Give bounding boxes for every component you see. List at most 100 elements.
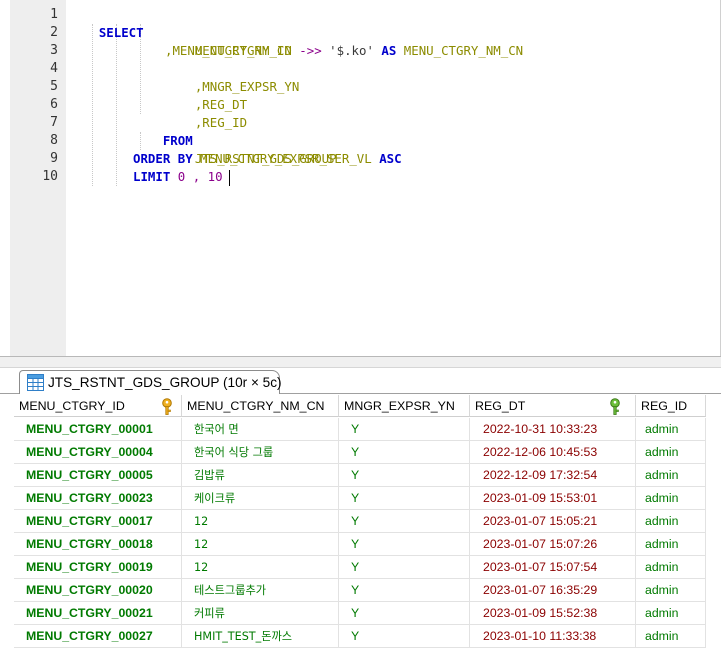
column-header-reg-id[interactable]: REG_ID (636, 395, 706, 417)
cell-menu-ctgry-id[interactable]: MENU_CTGRY_00027 (14, 625, 182, 648)
sql-alias: MENU_CTGRY_NM_CN (403, 43, 524, 58)
index-key-icon (610, 398, 620, 415)
cell-reg-id[interactable]: admin (636, 441, 706, 464)
cell-reg-dt[interactable]: 2022-10-31 10:33:23 (470, 418, 636, 441)
column-header-label: REG_ID (641, 399, 688, 413)
code-line-7: FROM (133, 114, 193, 148)
line-number: 7 (50, 115, 58, 130)
cell-menu-ctgry-id[interactable]: MENU_CTGRY_00001 (14, 418, 182, 441)
cell-menu-ctgry-id[interactable]: MENU_CTGRY_00004 (14, 441, 182, 464)
table-row[interactable]: MENU_CTGRY_00019 12 Y 2023-01-07 15:07:5… (14, 556, 706, 579)
table-grid-icon (27, 374, 44, 391)
sql-editor[interactable]: 1 2 3 4 5 6 7 8 9 10 SELECT MENU_CTGRY_I… (0, 0, 721, 356)
cell-menu-ctgry-nm-cn[interactable]: 한국어 면 (182, 418, 339, 441)
result-grid[interactable]: MENU_CTGRY_ID MENU_CTGRY_NM_CN MNGR_EXPS… (14, 395, 721, 652)
line-number: 1 (50, 7, 58, 22)
code-line-1: SELECT (69, 6, 144, 40)
cell-reg-dt[interactable]: 2023-01-07 16:35:29 (470, 579, 636, 602)
cell-menu-ctgry-nm-cn[interactable]: 김밥류 (182, 464, 339, 487)
table-row[interactable]: MENU_CTGRY_00018 12 Y 2023-01-07 15:07:2… (14, 533, 706, 556)
code-line-2: MENU_CTGRY_ID (165, 24, 292, 58)
column-header-menu-ctgry-id[interactable]: MENU_CTGRY_ID (14, 395, 182, 417)
cell-mngr-expsr-yn[interactable]: Y (339, 556, 470, 579)
cell-reg-id[interactable]: admin (636, 556, 706, 579)
cell-menu-ctgry-nm-cn[interactable]: 케이크류 (182, 487, 339, 510)
table-row[interactable]: MENU_CTGRY_00017 12 Y 2023-01-07 15:05:2… (14, 510, 706, 533)
cell-menu-ctgry-id[interactable]: MENU_CTGRY_00005 (14, 464, 182, 487)
cell-reg-dt[interactable]: 2023-01-07 15:07:26 (470, 533, 636, 556)
pane-splitter[interactable] (0, 356, 721, 368)
line-number: 4 (50, 61, 58, 76)
cell-reg-id[interactable]: admin (636, 418, 706, 441)
cell-menu-ctgry-id[interactable]: MENU_CTGRY_00018 (14, 533, 182, 556)
cell-reg-id[interactable]: admin (636, 625, 706, 648)
cell-reg-id[interactable]: admin (636, 464, 706, 487)
cell-reg-id[interactable]: admin (636, 533, 706, 556)
text-cursor (229, 170, 230, 186)
cell-menu-ctgry-nm-cn[interactable]: 12 (182, 510, 339, 533)
code-line-8: JTS_RSTNT_GDS_GROUP (165, 132, 337, 166)
sql-number: 0 (177, 169, 186, 184)
cell-mngr-expsr-yn[interactable]: Y (339, 533, 470, 556)
cell-menu-ctgry-id[interactable]: MENU_CTGRY_00023 (14, 487, 182, 510)
cell-reg-id[interactable]: admin (636, 602, 706, 625)
code-line-10: LIMIT 0 , 10 (133, 168, 223, 186)
cell-reg-id[interactable]: admin (636, 579, 706, 602)
cell-reg-dt[interactable]: 2022-12-06 10:45:53 (470, 441, 636, 464)
cell-mngr-expsr-yn[interactable]: Y (339, 487, 470, 510)
indent-guide (116, 24, 117, 186)
table-row[interactable]: MENU_CTGRY_00020 테스트그룹추가 Y 2023-01-07 16… (14, 579, 706, 602)
cell-menu-ctgry-nm-cn[interactable]: HMIT_TEST_돈까스 (182, 625, 339, 648)
cell-reg-id[interactable]: admin (636, 487, 706, 510)
cell-menu-ctgry-id[interactable]: MENU_CTGRY_00019 (14, 556, 182, 579)
sql-column: MENU_CTGRY_EXPSR_SER_VL (200, 151, 372, 166)
sql-keyword: LIMIT (133, 169, 171, 184)
cell-mngr-expsr-yn[interactable]: Y (339, 579, 470, 602)
column-header-reg-dt[interactable]: REG_DT (470, 395, 636, 417)
sql-operator: ->> (299, 43, 322, 58)
column-header-mngr-expsr-yn[interactable]: MNGR_EXPSR_YN (339, 395, 470, 417)
cell-menu-ctgry-id[interactable]: MENU_CTGRY_00020 (14, 579, 182, 602)
sql-column: ,REG_ID (194, 115, 248, 130)
cell-menu-ctgry-nm-cn[interactable]: 한국어 식당 그룹 (182, 441, 339, 464)
column-header-label: MENU_CTGRY_NM_CN (187, 399, 325, 413)
cell-menu-ctgry-nm-cn[interactable]: 12 (182, 556, 339, 579)
result-tab[interactable]: JTS_RSTNT_GDS_GROUP (10r × 5c) (19, 370, 282, 394)
table-row[interactable]: MENU_CTGRY_00004 한국어 식당 그룹 Y 2022-12-06 … (14, 441, 706, 464)
cell-menu-ctgry-nm-cn[interactable]: 커피류 (182, 602, 339, 625)
cell-menu-ctgry-id[interactable]: MENU_CTGRY_00021 (14, 602, 182, 625)
sql-keyword: ASC (379, 151, 402, 166)
cell-reg-dt[interactable]: 2023-01-09 15:52:38 (470, 602, 636, 625)
line-number: 2 (50, 25, 58, 40)
table-row[interactable]: MENU_CTGRY_00021 커피류 Y 2023-01-09 15:52:… (14, 602, 706, 625)
table-row[interactable]: MENU_CTGRY_00027 HMIT_TEST_돈까스 Y 2023-01… (14, 625, 706, 648)
cell-reg-dt[interactable]: 2023-01-07 15:07:54 (470, 556, 636, 579)
line-number: 8 (50, 133, 58, 148)
table-row[interactable]: MENU_CTGRY_00023 케이크류 Y 2023-01-09 15:53… (14, 487, 706, 510)
line-number: 3 (50, 43, 58, 58)
cell-reg-id[interactable]: admin (636, 510, 706, 533)
line-number: 5 (50, 79, 58, 94)
cell-mngr-expsr-yn[interactable]: Y (339, 418, 470, 441)
code-line-5: ,REG_DT (165, 78, 247, 112)
cell-menu-ctgry-id[interactable]: MENU_CTGRY_00017 (14, 510, 182, 533)
sql-column: ,MENU_CTGRY_NM_CN (165, 43, 292, 58)
table-row[interactable]: MENU_CTGRY_00001 한국어 면 Y 2022-10-31 10:3… (14, 418, 706, 441)
cell-menu-ctgry-nm-cn[interactable]: 12 (182, 533, 339, 556)
table-row[interactable]: MENU_CTGRY_00005 김밥류 Y 2022-12-09 17:32:… (14, 464, 706, 487)
cell-reg-dt[interactable]: 2023-01-10 11:33:38 (470, 625, 636, 648)
cell-reg-dt[interactable]: 2023-01-07 15:05:21 (470, 510, 636, 533)
cell-mngr-expsr-yn[interactable]: Y (339, 441, 470, 464)
cell-mngr-expsr-yn[interactable]: Y (339, 602, 470, 625)
cell-reg-dt[interactable]: 2022-12-09 17:32:54 (470, 464, 636, 487)
column-header-menu-ctgry-nm-cn[interactable]: MENU_CTGRY_NM_CN (182, 395, 339, 417)
cell-reg-dt[interactable]: 2023-01-09 15:53:01 (470, 487, 636, 510)
cell-mngr-expsr-yn[interactable]: Y (339, 625, 470, 648)
cell-mngr-expsr-yn[interactable]: Y (339, 464, 470, 487)
code-line-9: ORDER BY MENU_CTGRY_EXPSR_SER_VL ASC (133, 150, 402, 168)
code-line-3: ,MENU_CTGRY_NM_CN ->> '$.ko' AS MENU_CTG… (165, 42, 523, 60)
cell-mngr-expsr-yn[interactable]: Y (339, 510, 470, 533)
cell-menu-ctgry-nm-cn[interactable]: 테스트그룹추가 (182, 579, 339, 602)
code-line-6: ,REG_ID (165, 96, 247, 130)
result-tab-label: JTS_RSTNT_GDS_GROUP (10r × 5c) (48, 375, 282, 390)
